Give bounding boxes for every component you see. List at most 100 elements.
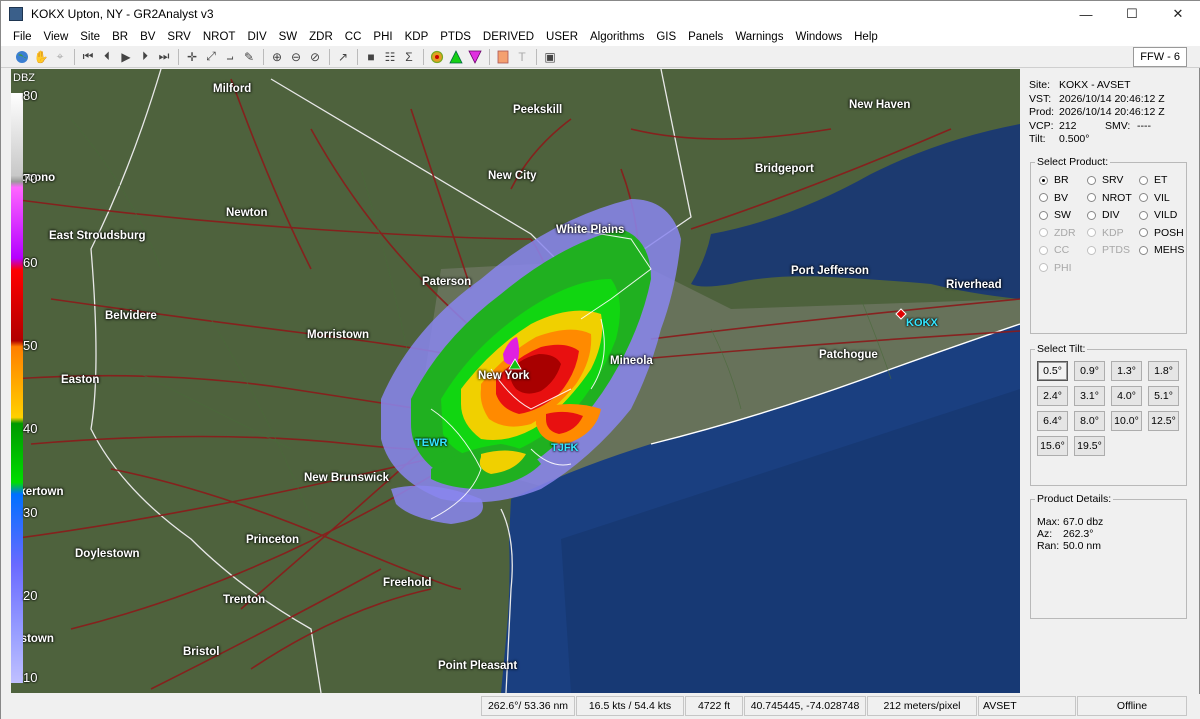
tilt-button[interactable]: 5.1° bbox=[1148, 386, 1179, 406]
radio-icon[interactable] bbox=[1139, 245, 1148, 255]
pan-icon[interactable]: ✛ bbox=[183, 48, 201, 66]
next-frame-icon[interactable]: ⏵ bbox=[136, 48, 154, 66]
product-radio-mehs[interactable]: MEHS bbox=[1139, 243, 1187, 257]
product-radio-srv[interactable]: SRV bbox=[1087, 173, 1139, 187]
minimize-button[interactable]: — bbox=[1063, 1, 1109, 27]
sigma-icon[interactable]: Σ bbox=[400, 48, 418, 66]
menu-gis[interactable]: GIS bbox=[650, 31, 682, 43]
radio-icon[interactable] bbox=[1039, 263, 1048, 272]
menu-help[interactable]: Help bbox=[848, 31, 884, 43]
pencil-icon[interactable]: ✎ bbox=[240, 48, 258, 66]
radio-icon[interactable] bbox=[1039, 210, 1048, 220]
product-radio-zdr[interactable]: ZDR bbox=[1039, 226, 1087, 240]
menu-cc[interactable]: CC bbox=[339, 31, 368, 43]
menu-derived[interactable]: DERIVED bbox=[477, 31, 540, 43]
menu-nrot[interactable]: NROT bbox=[197, 31, 242, 43]
prev-frame-icon[interactable]: ⏴ bbox=[98, 48, 116, 66]
product-radio-vild[interactable]: VILD bbox=[1139, 208, 1187, 222]
menu-zdr[interactable]: ZDR bbox=[303, 31, 339, 43]
product-radio-div[interactable]: DIV bbox=[1087, 208, 1139, 222]
maximize-button[interactable]: ☐ bbox=[1109, 1, 1155, 27]
menu-windows[interactable]: Windows bbox=[789, 31, 848, 43]
arrow-icon[interactable]: ↗ bbox=[334, 48, 352, 66]
product-radio-posh[interactable]: POSH bbox=[1139, 226, 1187, 240]
radio-icon[interactable] bbox=[1039, 175, 1048, 185]
orange-square-icon[interactable] bbox=[494, 48, 512, 66]
city-label: New Haven bbox=[849, 99, 911, 111]
radio-icon[interactable] bbox=[1039, 193, 1048, 202]
grid-icon[interactable]: ☷ bbox=[381, 48, 399, 66]
menu-warnings[interactable]: Warnings bbox=[729, 31, 789, 43]
product-radio-nrot[interactable]: NROT bbox=[1087, 191, 1139, 205]
cross-section-icon[interactable]: ⤢ bbox=[202, 48, 220, 66]
menu-site[interactable]: Site bbox=[74, 31, 106, 43]
tilt-button[interactable]: 15.6° bbox=[1037, 436, 1068, 456]
tilt-button[interactable]: 12.5° bbox=[1148, 411, 1179, 431]
menu-sw[interactable]: SW bbox=[273, 31, 304, 43]
measure-icon[interactable]: ⨼ bbox=[221, 48, 239, 66]
tilt-button[interactable]: 3.1° bbox=[1074, 386, 1105, 406]
magenta-triangle-icon[interactable] bbox=[466, 48, 484, 66]
zoom-in-icon[interactable]: ⊕ bbox=[268, 48, 286, 66]
tilt-button[interactable]: 10.0° bbox=[1111, 411, 1142, 431]
tilt-button[interactable]: 0.5° bbox=[1037, 361, 1068, 381]
menu-phi[interactable]: PHI bbox=[367, 31, 398, 43]
product-radio-phi[interactable]: PHI bbox=[1039, 261, 1087, 275]
last-frame-icon[interactable]: ⏭ bbox=[155, 48, 173, 66]
tilt-button[interactable]: 0.9° bbox=[1074, 361, 1105, 381]
hand-icon[interactable]: ✋ bbox=[32, 48, 50, 66]
first-frame-icon[interactable]: ⏮ bbox=[79, 48, 97, 66]
radio-icon[interactable] bbox=[1039, 245, 1048, 255]
radio-icon[interactable] bbox=[1087, 175, 1096, 185]
text-icon[interactable]: T bbox=[513, 48, 531, 66]
radio-icon[interactable] bbox=[1039, 228, 1048, 237]
zoom-out-icon[interactable]: ⊖ bbox=[287, 48, 305, 66]
menu-srv[interactable]: SRV bbox=[161, 31, 196, 43]
radio-icon[interactable] bbox=[1087, 245, 1096, 255]
ffw-warning-count[interactable]: FFW - 6 bbox=[1133, 47, 1187, 67]
radar-map[interactable]: Milford Peekskill New Haven Pocono New C… bbox=[11, 69, 1020, 693]
radio-icon[interactable] bbox=[1139, 228, 1148, 237]
tilt-button[interactable]: 2.4° bbox=[1037, 386, 1068, 406]
tilt-button[interactable]: 1.3° bbox=[1111, 361, 1142, 381]
product-radio-bv[interactable]: BV bbox=[1039, 191, 1087, 205]
radio-icon[interactable] bbox=[1087, 210, 1096, 220]
tilt-button[interactable]: 19.5° bbox=[1074, 436, 1105, 456]
tilt-button[interactable]: 1.8° bbox=[1148, 361, 1179, 381]
menu-div[interactable]: DIV bbox=[241, 31, 272, 43]
globe-icon[interactable] bbox=[13, 48, 31, 66]
radio-icon[interactable] bbox=[1139, 210, 1148, 220]
menu-algorithms[interactable]: Algorithms bbox=[584, 31, 650, 43]
play-icon[interactable]: ▶ bbox=[117, 48, 135, 66]
sampling-icon[interactable]: ⌖ bbox=[51, 48, 69, 66]
product-radio-et[interactable]: ET bbox=[1139, 173, 1187, 187]
product-radio-kdp[interactable]: KDP bbox=[1087, 226, 1139, 240]
green-triangle-icon[interactable] bbox=[447, 48, 465, 66]
radio-icon[interactable] bbox=[1139, 175, 1148, 185]
radio-icon[interactable] bbox=[1139, 193, 1148, 202]
menu-br[interactable]: BR bbox=[106, 31, 134, 43]
menu-view[interactable]: View bbox=[38, 31, 75, 43]
menu-user[interactable]: USER bbox=[540, 31, 584, 43]
radio-icon[interactable] bbox=[1087, 228, 1096, 237]
zoom-reset-icon[interactable]: ⊘ bbox=[306, 48, 324, 66]
toolbar-separator bbox=[263, 48, 264, 65]
product-radio-sw[interactable]: SW bbox=[1039, 208, 1087, 222]
close-button[interactable]: ✕ bbox=[1155, 1, 1200, 27]
radio-icon[interactable] bbox=[1087, 193, 1096, 202]
tilt-button[interactable]: 6.4° bbox=[1037, 411, 1068, 431]
menu-ptds[interactable]: PTDS bbox=[434, 31, 477, 43]
tilt-button[interactable]: 8.0° bbox=[1074, 411, 1105, 431]
menu-file[interactable]: File bbox=[7, 31, 38, 43]
tilt-button[interactable]: 4.0° bbox=[1111, 386, 1142, 406]
product-radio-br[interactable]: BR bbox=[1039, 173, 1087, 187]
menu-bv[interactable]: BV bbox=[134, 31, 161, 43]
menu-kdp[interactable]: KDP bbox=[399, 31, 435, 43]
product-radio-ptds[interactable]: PTDS bbox=[1087, 243, 1139, 257]
product-radio-cc[interactable]: CC bbox=[1039, 243, 1087, 257]
product-radio-vil[interactable]: VIL bbox=[1139, 191, 1187, 205]
frame-icon[interactable]: ▣ bbox=[541, 48, 559, 66]
hail-icon[interactable] bbox=[428, 48, 446, 66]
black-square-icon[interactable]: ■ bbox=[362, 48, 380, 66]
menu-panels[interactable]: Panels bbox=[682, 31, 729, 43]
